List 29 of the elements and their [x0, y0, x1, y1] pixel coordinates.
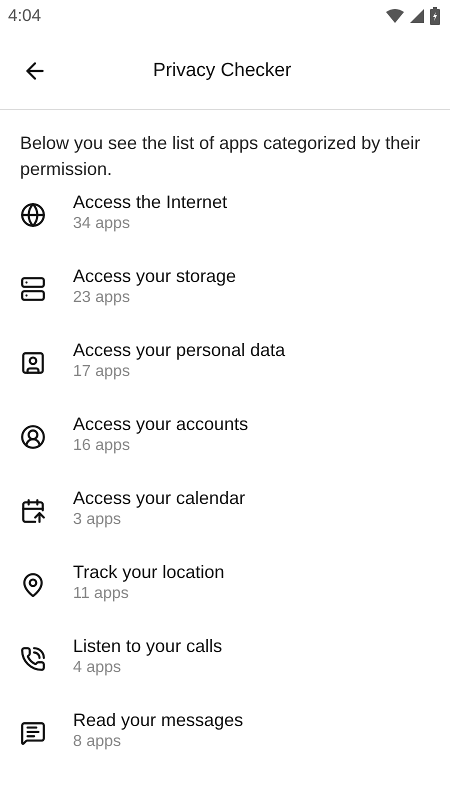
- app-count: 3 apps: [73, 510, 122, 530]
- app-count: 11 apps: [73, 584, 130, 604]
- permission-title[interactable]: Access the Internet: [73, 190, 228, 214]
- screen-title: Privacy Checker: [153, 60, 292, 82]
- permission-title[interactable]: Read your messages: [73, 708, 244, 732]
- calendar-icon: [20, 498, 46, 524]
- permission-title[interactable]: Access your storage: [73, 264, 236, 288]
- globe-icon: [20, 202, 46, 228]
- permission-title[interactable]: Access your accounts: [73, 412, 248, 436]
- contact-card-icon: [20, 350, 46, 376]
- permission-title[interactable]: Listen to your calls: [73, 634, 222, 658]
- app-count: 16 apps: [73, 436, 131, 456]
- status-time: 4:04: [8, 6, 42, 26]
- app-count: 4 apps: [73, 658, 122, 678]
- app-count: 34 apps: [73, 214, 131, 234]
- signal-icon: [410, 9, 424, 23]
- permission-title[interactable]: Access your calendar: [73, 486, 246, 510]
- permission-title[interactable]: Access your personal data: [73, 338, 286, 362]
- wifi-icon: [386, 9, 404, 23]
- user-circle-icon: [20, 424, 46, 450]
- battery-icon: [430, 7, 440, 25]
- app-count: 17 apps: [73, 362, 131, 382]
- permission-title[interactable]: Track your location: [73, 560, 224, 584]
- server-icon: [20, 276, 46, 302]
- intro-text: Below you see the list of apps categorized by their permission.: [20, 132, 422, 181]
- phone-icon: [20, 646, 46, 672]
- app-count: 8 apps: [73, 732, 122, 752]
- app-count: 23 apps: [73, 288, 131, 308]
- message-icon: [20, 720, 46, 746]
